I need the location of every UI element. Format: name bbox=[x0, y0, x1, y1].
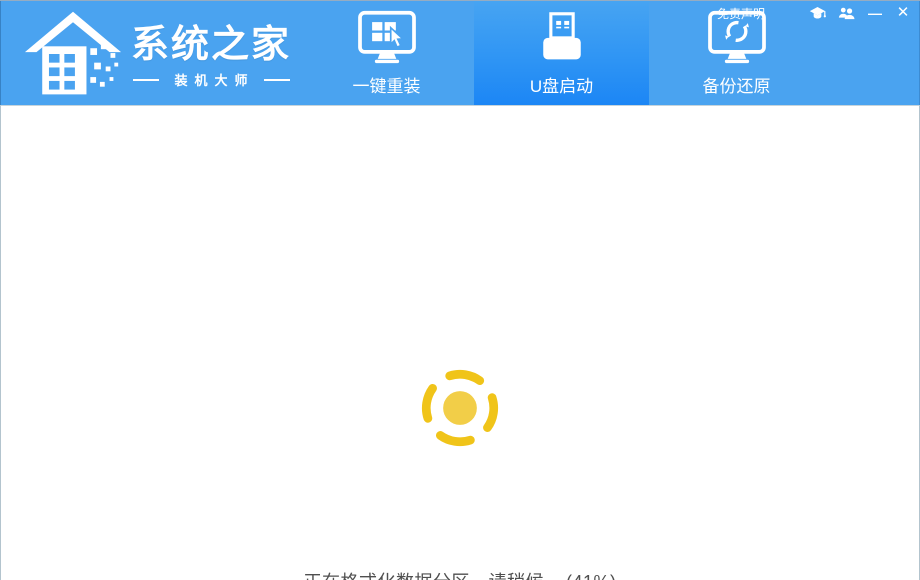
tab-one-key-reinstall[interactable]: 一键重装 bbox=[299, 1, 474, 105]
loading-spinner-icon bbox=[421, 369, 499, 447]
monitor-windows-icon bbox=[356, 10, 418, 64]
content-panel: 正在格式化数据分区，请稍候... (41%) bbox=[0, 105, 920, 580]
brand-subtitle-row: 装机大师 bbox=[131, 70, 291, 89]
users-icon[interactable] bbox=[838, 6, 855, 20]
close-button[interactable]: ✕ bbox=[895, 5, 911, 21]
brand-text: 系统之家 装机大师 bbox=[131, 23, 291, 89]
app-window: 系统之家 装机大师 一键重装 U盘启动 备份还原 免责声明 — ✕ bbox=[0, 0, 920, 580]
brand-title: 系统之家 bbox=[131, 24, 292, 66]
subtitle-dash-left bbox=[132, 78, 159, 81]
tab-label: 备份还原 bbox=[702, 77, 771, 96]
topbar-controls: 免责声明 — ✕ bbox=[717, 4, 911, 22]
spinner-wrap bbox=[1, 362, 919, 454]
header-bar: 系统之家 装机大师 一键重装 U盘启动 备份还原 免责声明 — ✕ bbox=[0, 1, 920, 105]
brand-logo-block: 系统之家 装机大师 bbox=[23, 7, 291, 101]
tab-usb-boot[interactable]: U盘启动 bbox=[474, 1, 649, 105]
usb-drive-icon bbox=[537, 12, 587, 64]
tab-label: 一键重装 bbox=[352, 77, 421, 96]
brand-subtitle: 装机大师 bbox=[174, 73, 255, 88]
progress-status-text: 正在格式化数据分区，请稍候... (41%) bbox=[1, 568, 919, 580]
house-logo-icon bbox=[24, 11, 122, 95]
graduation-cap-icon[interactable] bbox=[809, 6, 826, 20]
minimize-button[interactable]: — bbox=[867, 5, 883, 21]
subtitle-dash-right bbox=[263, 78, 290, 81]
tab-label: U盘启动 bbox=[529, 77, 594, 96]
disclaimer-link[interactable]: 免责声明 bbox=[717, 5, 765, 22]
